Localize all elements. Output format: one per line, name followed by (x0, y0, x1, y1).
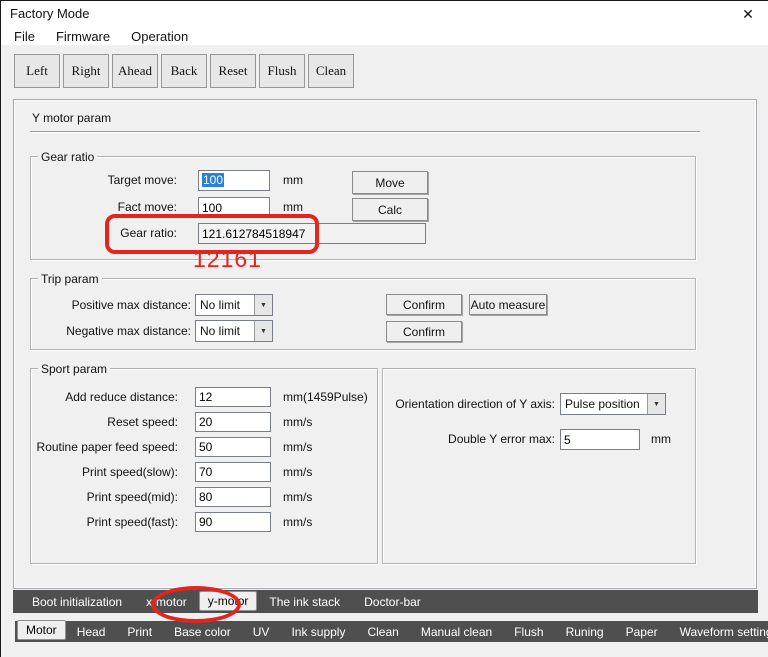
fact-move-unit: mm (283, 200, 303, 214)
panel-title: Y motor param (32, 111, 111, 125)
print-speed-fast-unit: mm/s (283, 515, 312, 529)
reset-speed-input[interactable] (195, 412, 271, 432)
move-button[interactable]: Move (352, 171, 428, 194)
add-reduce-distance-unit: mm(1459Pulse) (283, 390, 368, 404)
print-speed-mid-unit: mm/s (283, 490, 312, 504)
auto-measure-button[interactable]: Auto measure (469, 294, 547, 315)
tab-motor[interactable]: Motor (17, 620, 66, 640)
reset-speed-label: Reset speed: (31, 415, 178, 429)
chevron-down-icon[interactable]: ▼ (254, 295, 272, 315)
tab-uv[interactable]: UV (242, 625, 281, 639)
print-speed-slow-input[interactable] (195, 462, 271, 482)
routine-paper-feed-speed-label: Routine paper feed speed: (31, 440, 178, 454)
target-move-input[interactable]: 100 (198, 170, 270, 191)
print-speed-slow-label: Print speed(slow): (31, 465, 178, 479)
print-speed-fast-label: Print speed(fast): (31, 515, 178, 529)
reset-button[interactable]: Reset (210, 54, 256, 88)
print-speed-fast-input[interactable] (195, 512, 271, 532)
negative-max-distance-label: Negative max distance: (31, 324, 191, 338)
client-area: Left Right Ahead Back Reset Flush Clean … (1, 45, 768, 657)
add-reduce-distance-label: Add reduce distance: (31, 390, 178, 404)
positive-confirm-button[interactable]: Confirm (386, 294, 462, 315)
close-icon[interactable]: ✕ (737, 5, 759, 23)
title-bar: Factory Mode ✕ (1, 1, 768, 27)
tab-flush[interactable]: Flush (503, 625, 554, 639)
menu-bar: File Firmware Operation (1, 27, 768, 45)
y-motor-param-panel: Y motor param Gear ratio Target move: 10… (13, 99, 757, 589)
tab-the-ink-stack[interactable]: The ink stack (257, 595, 352, 609)
factory-mode-window: Factory Mode ✕ File Firmware Operation L… (0, 0, 768, 657)
gear-ratio-label: Gear ratio: (31, 226, 177, 240)
gear-ratio-group: Gear ratio Target move: 100 mm Move Fact… (30, 156, 696, 260)
flush-button[interactable]: Flush (259, 54, 305, 88)
fact-move-label: Fact move: (31, 200, 177, 214)
print-speed-mid-input[interactable] (195, 487, 271, 507)
tab-manual-clean[interactable]: Manual clean (410, 625, 503, 639)
tab-ink-supply[interactable]: Ink supply (280, 625, 356, 639)
menu-file[interactable]: File (10, 29, 39, 44)
back-button[interactable]: Back (161, 54, 207, 88)
orientation-direction-value: Pulse position (561, 397, 647, 411)
tab-y-motor[interactable]: y-motor (199, 591, 258, 611)
left-button[interactable]: Left (14, 54, 60, 88)
tab-clean[interactable]: Clean (356, 625, 409, 639)
orientation-direction-label: Orientation direction of Y axis: (383, 397, 555, 411)
print-speed-mid-label: Print speed(mid): (31, 490, 178, 504)
tab-waveform-setting[interactable]: Waveform setting (669, 625, 768, 639)
tab-head[interactable]: Head (66, 625, 117, 639)
fact-move-input[interactable] (198, 197, 270, 218)
orientation-direction-select[interactable]: Pulse position ▼ (560, 393, 666, 415)
chevron-down-icon[interactable]: ▼ (254, 321, 272, 341)
sport-param-group: Sport param Add reduce distance: mm(1459… (30, 368, 378, 564)
gear-ratio-annotation-text: 12161 (193, 246, 262, 273)
trip-param-group-label: Trip param (38, 272, 102, 286)
ahead-button[interactable]: Ahead (112, 54, 158, 88)
negative-max-distance-select[interactable]: No limit ▼ (195, 320, 273, 342)
reset-speed-unit: mm/s (283, 415, 312, 429)
inner-tab-bar: Boot initialization x-motor y-motor The … (13, 590, 758, 613)
double-y-error-max-unit: mm (651, 432, 671, 446)
menu-operation[interactable]: Operation (127, 29, 192, 44)
tab-runing[interactable]: Runing (555, 625, 615, 639)
outer-tab-bar: Motor Head Print Base color UV Ink suppl… (15, 621, 768, 642)
window-title: Factory Mode (10, 6, 89, 21)
print-speed-slow-unit: mm/s (283, 465, 312, 479)
y-axis-group: Orientation direction of Y axis: Pulse p… (382, 368, 696, 564)
routine-paper-feed-speed-unit: mm/s (283, 440, 312, 454)
tab-doctor-bar[interactable]: Doctor-bar (352, 595, 433, 609)
sport-param-group-label: Sport param (38, 362, 110, 376)
tab-x-motor[interactable]: x-motor (134, 595, 199, 609)
calc-button[interactable]: Calc (352, 198, 428, 221)
double-y-error-max-input[interactable] (560, 429, 640, 450)
trip-param-group: Trip param Positive max distance: No lim… (30, 278, 696, 350)
double-y-error-max-label: Double Y error max: (383, 432, 555, 446)
positive-max-distance-select[interactable]: No limit ▼ (195, 294, 273, 316)
tab-base-color[interactable]: Base color (163, 625, 242, 639)
clean-button[interactable]: Clean (308, 54, 354, 88)
positive-max-distance-value: No limit (196, 298, 254, 312)
chevron-down-icon[interactable]: ▼ (647, 394, 665, 414)
negative-max-distance-value: No limit (196, 324, 254, 338)
negative-confirm-button[interactable]: Confirm (386, 321, 462, 342)
tab-boot-initialization[interactable]: Boot initialization (20, 595, 134, 609)
add-reduce-distance-input[interactable] (195, 387, 271, 407)
tab-print[interactable]: Print (116, 625, 163, 639)
routine-paper-feed-speed-input[interactable] (195, 437, 271, 457)
gear-ratio-group-label: Gear ratio (38, 150, 97, 164)
gear-ratio-value-field[interactable] (198, 223, 426, 244)
target-move-unit: mm (283, 173, 303, 187)
toolbar: Left Right Ahead Back Reset Flush Clean (14, 54, 354, 88)
title-separator (30, 131, 700, 133)
right-button[interactable]: Right (63, 54, 109, 88)
positive-max-distance-label: Positive max distance: (31, 298, 191, 312)
tab-paper[interactable]: Paper (615, 625, 669, 639)
selected-text: 100 (202, 173, 224, 187)
target-move-label: Target move: (31, 173, 177, 187)
menu-firmware[interactable]: Firmware (52, 29, 114, 44)
